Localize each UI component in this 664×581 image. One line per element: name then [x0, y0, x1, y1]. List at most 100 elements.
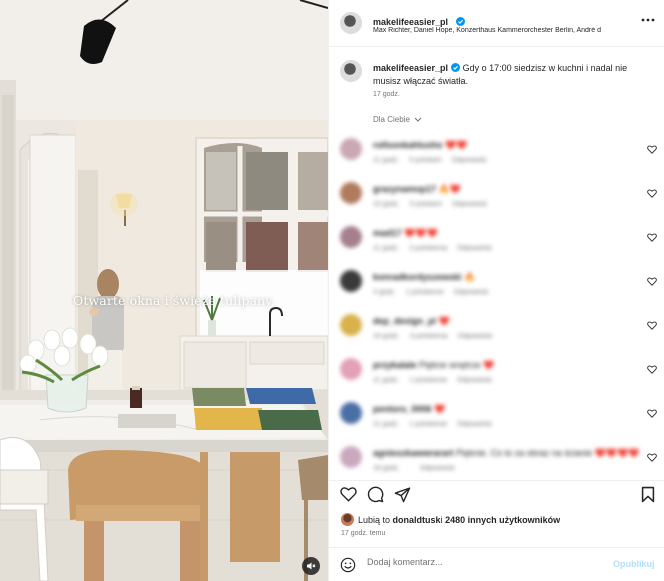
comment-likes[interactable]: 5 polubień [410, 201, 442, 208]
comment-meta: 11 godz. 5 polubień Odpowiedz [373, 157, 497, 164]
commenter-avatar[interactable] [340, 446, 362, 468]
comment-item: dep_design_pl ❤️ 16 godz. 3 polubienia Odp… [329, 308, 664, 352]
comment-line: agnieszkawwrarart Pięknie. Co to za obra… [373, 448, 639, 459]
comment-time: 10 godz. [373, 201, 400, 208]
comment-meta: 10 godz. 5 polubień Odpowiedz [373, 201, 497, 208]
caption-avatar[interactable] [340, 60, 362, 82]
likes-others-link[interactable]: 2480 innych użytkowników [445, 515, 560, 525]
publish-button[interactable]: Opublikuj [613, 559, 655, 569]
post-action-bar [329, 480, 664, 508]
reply-button[interactable]: Odpowiedz [452, 157, 487, 164]
comments-list[interactable]: rollsonkahlusho ❤️❤️ 11 godz. 5 polubień O… [329, 128, 664, 480]
post-details-panel: makelifeeasier_pl Max Richter, Daniel Ho… [328, 0, 664, 581]
heart-icon[interactable] [647, 189, 657, 198]
comment-meta: 16 godz. 3 polubienia Odpowiedz [373, 333, 503, 340]
author-avatar[interactable] [340, 12, 362, 34]
comment-text: Pięknie. Co to za obraz na ścianie ❤️❤️❤… [456, 448, 640, 458]
comment-line: dep_design_pl ❤️ [373, 316, 450, 327]
comment-text: ❤️❤️ [445, 140, 468, 150]
comment-text: Piękne wnętrze ❤️ [419, 360, 495, 370]
comment-text: 🔥❤️ [438, 184, 461, 194]
kitchen-photo [0, 0, 328, 581]
comment-item: pentoru_0006 ❤️ 11 godz. 1 polubienie Odpo… [329, 396, 664, 440]
post-media[interactable]: Otwarte okna i świeże tulipany. [0, 0, 328, 581]
share-icon[interactable] [394, 486, 411, 503]
comment-likes[interactable]: 3 polubienia [410, 333, 448, 340]
comment-likes[interactable]: 1 polubienie [406, 289, 444, 296]
comment-line: grazynamop17 🔥❤️ [373, 184, 461, 195]
comment-time: 11 godz. [373, 421, 400, 428]
comment-item: agnieszkawwrarart Pięknie. Co to za obra… [329, 440, 664, 480]
commenter-username[interactable]: mad17 [373, 228, 402, 238]
audio-attribution[interactable]: Max Richter, Daniel Hope, Konzerthaus Ka… [373, 27, 659, 34]
comment-time: 11 godz. [373, 157, 400, 164]
comment-meta: 4 godz. 1 polubienie Odpowiedz [373, 289, 499, 296]
comments-sort-label: Dla Ciebie [373, 115, 410, 124]
commenter-username[interactable]: konradkordyszewski [373, 272, 462, 282]
likes-prefix: Lubią to [358, 514, 391, 525]
comment-icon[interactable] [367, 486, 384, 503]
comment-meta: 11 godz. 2 polubienia Odpowiedz [373, 245, 502, 252]
comment-likes[interactable]: 1 polubienie [409, 421, 447, 428]
comment-likes[interactable]: 2 polubienia [409, 245, 447, 252]
reply-button[interactable]: Odpowiedz [452, 201, 487, 208]
post-header: makelifeeasier_pl Max Richter, Daniel Ho… [329, 0, 664, 47]
comments-sort-dropdown[interactable]: Dla Ciebie [373, 115, 422, 124]
comment-time: 11 godz. [373, 377, 400, 384]
comment-time: 11 godz. [373, 245, 400, 252]
heart-icon[interactable] [647, 321, 657, 330]
heart-icon[interactable] [647, 277, 657, 286]
commenter-avatar[interactable] [340, 314, 362, 336]
liker-username[interactable]: donaldtusk [393, 515, 441, 525]
reply-button[interactable]: Odpowiedz [454, 289, 489, 296]
bookmark-icon[interactable] [641, 486, 655, 503]
commenter-username[interactable]: pentoru_0006 [373, 404, 432, 414]
comment-likes[interactable]: 1 polubienie [409, 377, 447, 384]
comment-text: ❤️ [434, 404, 446, 414]
more-options-icon[interactable] [641, 18, 655, 22]
mute-button[interactable] [302, 557, 320, 575]
post-timestamp[interactable]: 17 godz. temu [341, 530, 385, 537]
comment-line: konradkordyszewski 🔥 [373, 272, 475, 283]
heart-icon[interactable] [340, 486, 357, 502]
commenter-avatar[interactable] [340, 138, 362, 160]
reply-button[interactable]: Odpowiedz [457, 245, 492, 252]
commenter-avatar[interactable] [340, 358, 362, 380]
commenter-avatar[interactable] [340, 270, 362, 292]
liker-avatar[interactable] [341, 513, 354, 526]
comment-item: grazynamop17 🔥❤️ 10 godz. 5 polubień Odpow… [329, 176, 664, 220]
commenter-username[interactable]: grazynamop17 [373, 184, 436, 194]
video-caption-overlay: Otwarte okna i świeże tulipany. [73, 293, 275, 308]
comment-time: 16 godz. [373, 465, 400, 472]
commenter-avatar[interactable] [340, 182, 362, 204]
commenter-avatar[interactable] [340, 226, 362, 248]
author-username[interactable]: makelifeeasier_pl [373, 17, 448, 27]
comment-line: przykalale Piękne wnętrze ❤️ [373, 360, 494, 371]
reply-button[interactable]: Odpowiedz [458, 333, 493, 340]
comment-input[interactable] [367, 557, 587, 567]
comment-likes[interactable]: 5 polubień [409, 157, 441, 164]
reply-button[interactable]: Odpowiedz [420, 465, 455, 472]
comment-composer: Opublikuj [329, 547, 664, 581]
comment-meta: 11 godz. 1 polubienie Odpowiedz [373, 377, 502, 384]
reply-button[interactable]: Odpowiedz [457, 377, 492, 384]
comment-time: 4 godz. [373, 289, 396, 296]
heart-icon[interactable] [647, 145, 657, 154]
verified-badge-icon [455, 17, 465, 26]
caption-username[interactable]: makelifeeasier_pl [373, 63, 448, 73]
reply-button[interactable]: Odpowiedz [457, 421, 492, 428]
comment-line: mad17 ❤️❤️❤️ [373, 228, 438, 239]
heart-icon[interactable] [647, 365, 657, 374]
heart-icon[interactable] [647, 453, 657, 462]
chevron-down-icon [414, 117, 422, 122]
caption-timestamp[interactable]: 17 godz. [373, 91, 400, 98]
emoji-icon[interactable] [340, 557, 356, 573]
commenter-username[interactable]: rollsonkahlusho [373, 140, 443, 150]
comment-text: 🔥 [464, 272, 476, 282]
commenter-username[interactable]: przykalale [373, 360, 417, 370]
commenter-username[interactable]: agnieszkawwrarart [373, 448, 454, 458]
commenter-username[interactable]: dep_design_pl [373, 316, 436, 326]
heart-icon[interactable] [647, 233, 657, 242]
commenter-avatar[interactable] [340, 402, 362, 424]
heart-icon[interactable] [647, 409, 657, 418]
